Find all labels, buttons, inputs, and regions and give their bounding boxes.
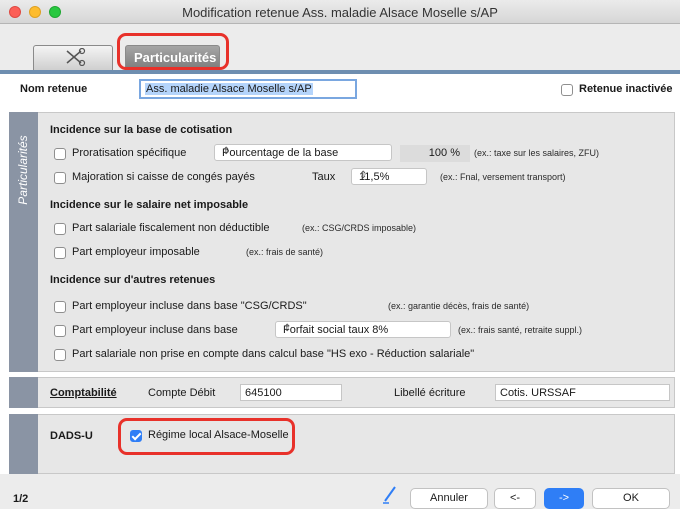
part-salariale-label: Part salariale fiscalement non déductibl…	[72, 222, 270, 234]
part-employeur-imposable-label: Part employeur imposable	[72, 246, 200, 258]
updown-arrow-icon: ⇕	[283, 323, 292, 334]
name-label: Nom retenue	[20, 83, 88, 95]
proratisation-percent-field[interactable]: 100 %	[400, 145, 470, 162]
proratisation-label: Proratisation spécifique	[72, 147, 187, 159]
hs-checkbox[interactable]	[54, 349, 66, 361]
base-select[interactable]: Forfait social taux 8% ⇕	[275, 321, 451, 338]
inactive-label: Retenue inactivée	[579, 83, 673, 95]
section-base-cotisation-title: Incidence sur la base de cotisation	[50, 124, 233, 136]
particularites-side-label: Particularités	[16, 135, 30, 205]
previous-button[interactable]: <-	[494, 488, 536, 509]
csg-label: Part employeur incluse dans base "CSG/CR…	[72, 300, 307, 312]
tab-general[interactable]	[33, 45, 113, 70]
modification-window: Modification retenue Ass. maladie Alsace…	[0, 0, 680, 509]
proratisation-select[interactable]: Pourcentage de la base ⇕	[214, 144, 392, 161]
libelle-ecriture-label: Libellé écriture	[394, 387, 466, 399]
pen-icon[interactable]	[382, 484, 398, 504]
hs-label: Part salariale non prise en compte dans …	[72, 348, 475, 360]
base-label: Part employeur incluse dans base	[72, 324, 238, 336]
base-checkbox[interactable]	[54, 325, 66, 337]
title-bar: Modification retenue Ass. maladie Alsace…	[0, 0, 680, 24]
majoration-checkbox[interactable]	[54, 172, 66, 184]
comptabilite-sidebar	[9, 377, 38, 408]
section-net-imposable-title: Incidence sur le salaire net imposable	[50, 199, 249, 211]
scissors-icon	[66, 48, 86, 66]
part-employeur-imposable-checkbox[interactable]	[54, 247, 66, 259]
majoration-hint: (ex.: Fnal, versement transport)	[440, 172, 566, 182]
updown-arrow-icon: ⇕	[222, 146, 231, 157]
name-input-value: Ass. maladie Alsace Moselle s/AP	[145, 83, 313, 95]
page-indicator: 1/2	[13, 493, 29, 505]
cancel-button[interactable]: Annuler	[410, 488, 488, 509]
proratisation-checkbox[interactable]	[54, 148, 66, 160]
name-input[interactable]: Ass. maladie Alsace Moselle s/AP	[139, 79, 357, 99]
compte-debit-input[interactable]: 645100	[240, 384, 342, 401]
taux-label: Taux	[312, 171, 336, 183]
name-row: Nom retenue Ass. maladie Alsace Moselle …	[5, 79, 675, 101]
part-salariale-hint: (ex.: CSG/CRDS imposable)	[302, 223, 417, 233]
taux-select[interactable]: 11,5% ⇕	[351, 168, 427, 185]
dads-panel	[9, 414, 675, 474]
part-employeur-imposable-hint: (ex.: frais de santé)	[246, 247, 324, 257]
majoration-label: Majoration si caisse de congés payés	[72, 171, 255, 183]
comptabilite-title[interactable]: Comptabilité	[50, 387, 117, 399]
csg-checkbox[interactable]	[54, 301, 66, 313]
inactive-checkbox[interactable]	[561, 84, 573, 96]
window-title: Modification retenue Ass. maladie Alsace…	[182, 5, 498, 20]
dads-title: DADS-U	[50, 430, 93, 442]
updown-arrow-icon: ⇕	[359, 170, 368, 181]
proratisation-hint: (ex.: taxe sur les salaires, ZFU)	[474, 148, 600, 158]
compte-debit-label: Compte Débit	[148, 387, 216, 399]
libelle-ecriture-input[interactable]: Cotis. URSSAF	[495, 384, 670, 401]
tab-strip: Particularités	[0, 24, 680, 70]
ok-button[interactable]: OK	[592, 488, 670, 509]
tab-highlight-annotation	[117, 33, 229, 70]
dads-sidebar	[9, 414, 38, 474]
section-autres-retenues-title: Incidence sur d'autres retenues	[50, 274, 216, 286]
dads-highlight-annotation	[118, 418, 295, 455]
part-salariale-checkbox[interactable]	[54, 223, 66, 235]
csg-hint: (ex.: garantie décès, frais de santé)	[388, 301, 530, 311]
next-button[interactable]: ->	[544, 488, 584, 509]
base-hint: (ex.: frais santé, retraite suppl.)	[458, 325, 583, 335]
